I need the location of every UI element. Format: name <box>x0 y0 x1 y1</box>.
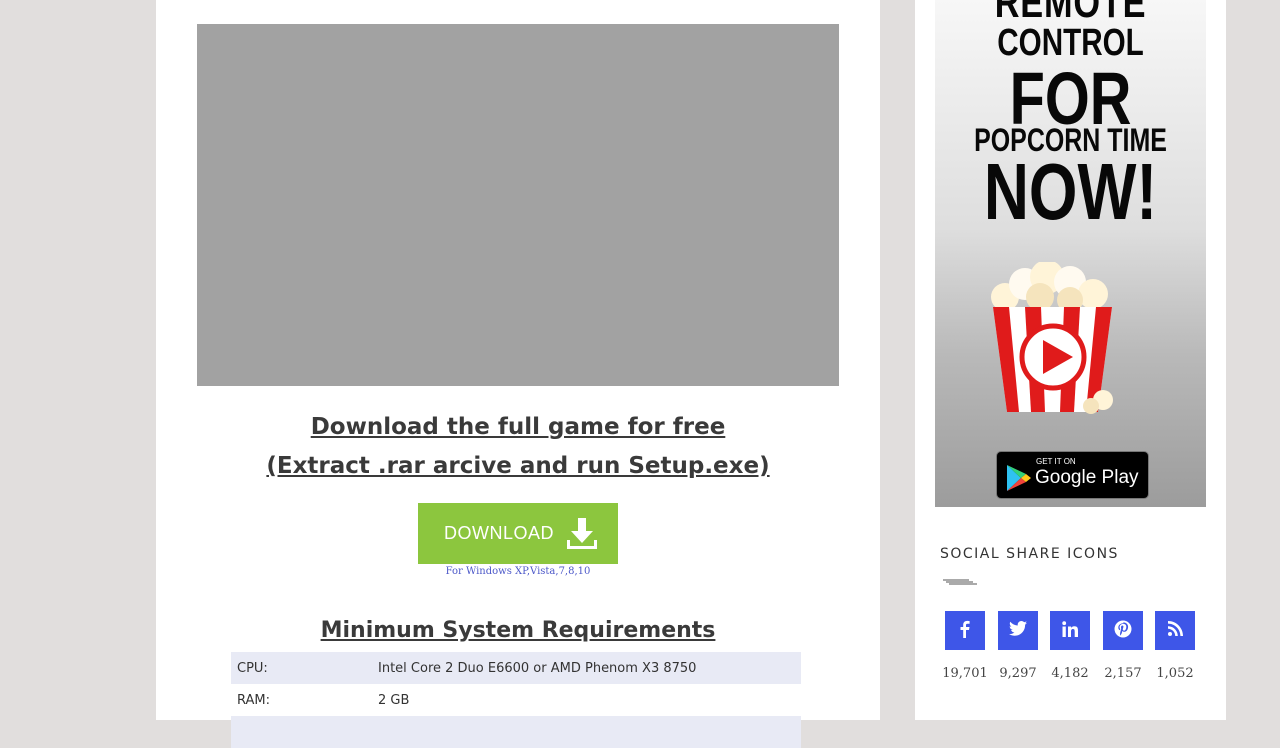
rss-icon <box>1167 621 1183 640</box>
twitter-share-button[interactable] <box>998 611 1038 650</box>
requirement-label: CPU: <box>237 660 268 676</box>
requirement-value: Intel Core 2 Duo E6600 or AMD Phenom X3 … <box>378 660 697 676</box>
download-button[interactable]: DOWNLOAD <box>418 503 618 564</box>
facebook-share-count: 19,701 <box>942 666 988 681</box>
linkedin-share-count: 4,182 <box>1051 666 1089 681</box>
google-play-small-text: GET IT ON <box>1036 457 1076 466</box>
download-os-note: For Windows XP,Vista,7,8,10 <box>445 566 591 577</box>
video-player-placeholder[interactable] <box>197 24 839 386</box>
main-content: Download the full game for free (Extract… <box>156 0 880 748</box>
pinterest-share-count: 2,157 <box>1104 666 1142 681</box>
requirements-title: Minimum System Requirements <box>320 618 716 643</box>
requirements-table: CPU: Intel Core 2 Duo E6600 or AMD Pheno… <box>231 652 801 748</box>
pinterest-share-button[interactable] <box>1103 611 1143 650</box>
linkedin-icon <box>1062 620 1078 641</box>
google-play-icon <box>1007 465 1031 495</box>
table-row: CPU: Intel Core 2 Duo E6600 or AMD Pheno… <box>231 652 801 684</box>
table-row <box>231 716 801 748</box>
title-underline-decoration <box>943 570 977 589</box>
table-row: RAM: 2 GB <box>231 684 801 716</box>
requirement-value: 2 GB <box>378 692 410 708</box>
download-title[interactable]: Download the full game for free <box>156 414 880 440</box>
facebook-share-button[interactable] <box>945 611 985 650</box>
ad-headline-line5: NOW! <box>983 147 1158 236</box>
download-arrow-icon <box>567 518 597 554</box>
twitter-icon <box>1009 621 1027 640</box>
popcorn-play-icon <box>985 260 1120 421</box>
linkedin-share-button[interactable] <box>1050 611 1090 650</box>
google-play-badge[interactable]: GET IT ON Google Play <box>996 451 1149 499</box>
requirement-label: RAM: <box>237 692 270 708</box>
twitter-share-count: 9,297 <box>999 666 1037 681</box>
popcorn-time-ad[interactable]: REMOTE CONTROL FOR POPCORN TIME NOW! GET… <box>935 0 1206 507</box>
rss-share-count: 1,052 <box>1156 666 1194 681</box>
sidebar: REMOTE CONTROL FOR POPCORN TIME NOW! GET… <box>915 0 1226 720</box>
social-share-title: SOCIAL SHARE ICONS <box>940 546 1119 562</box>
pinterest-icon <box>1114 620 1132 642</box>
download-subtitle[interactable]: (Extract .rar arcive and run Setup.exe) <box>156 453 880 479</box>
google-play-label: Google Play <box>1035 467 1139 488</box>
rss-share-button[interactable] <box>1155 611 1195 650</box>
download-button-label: DOWNLOAD <box>444 523 555 543</box>
facebook-icon <box>957 620 973 642</box>
